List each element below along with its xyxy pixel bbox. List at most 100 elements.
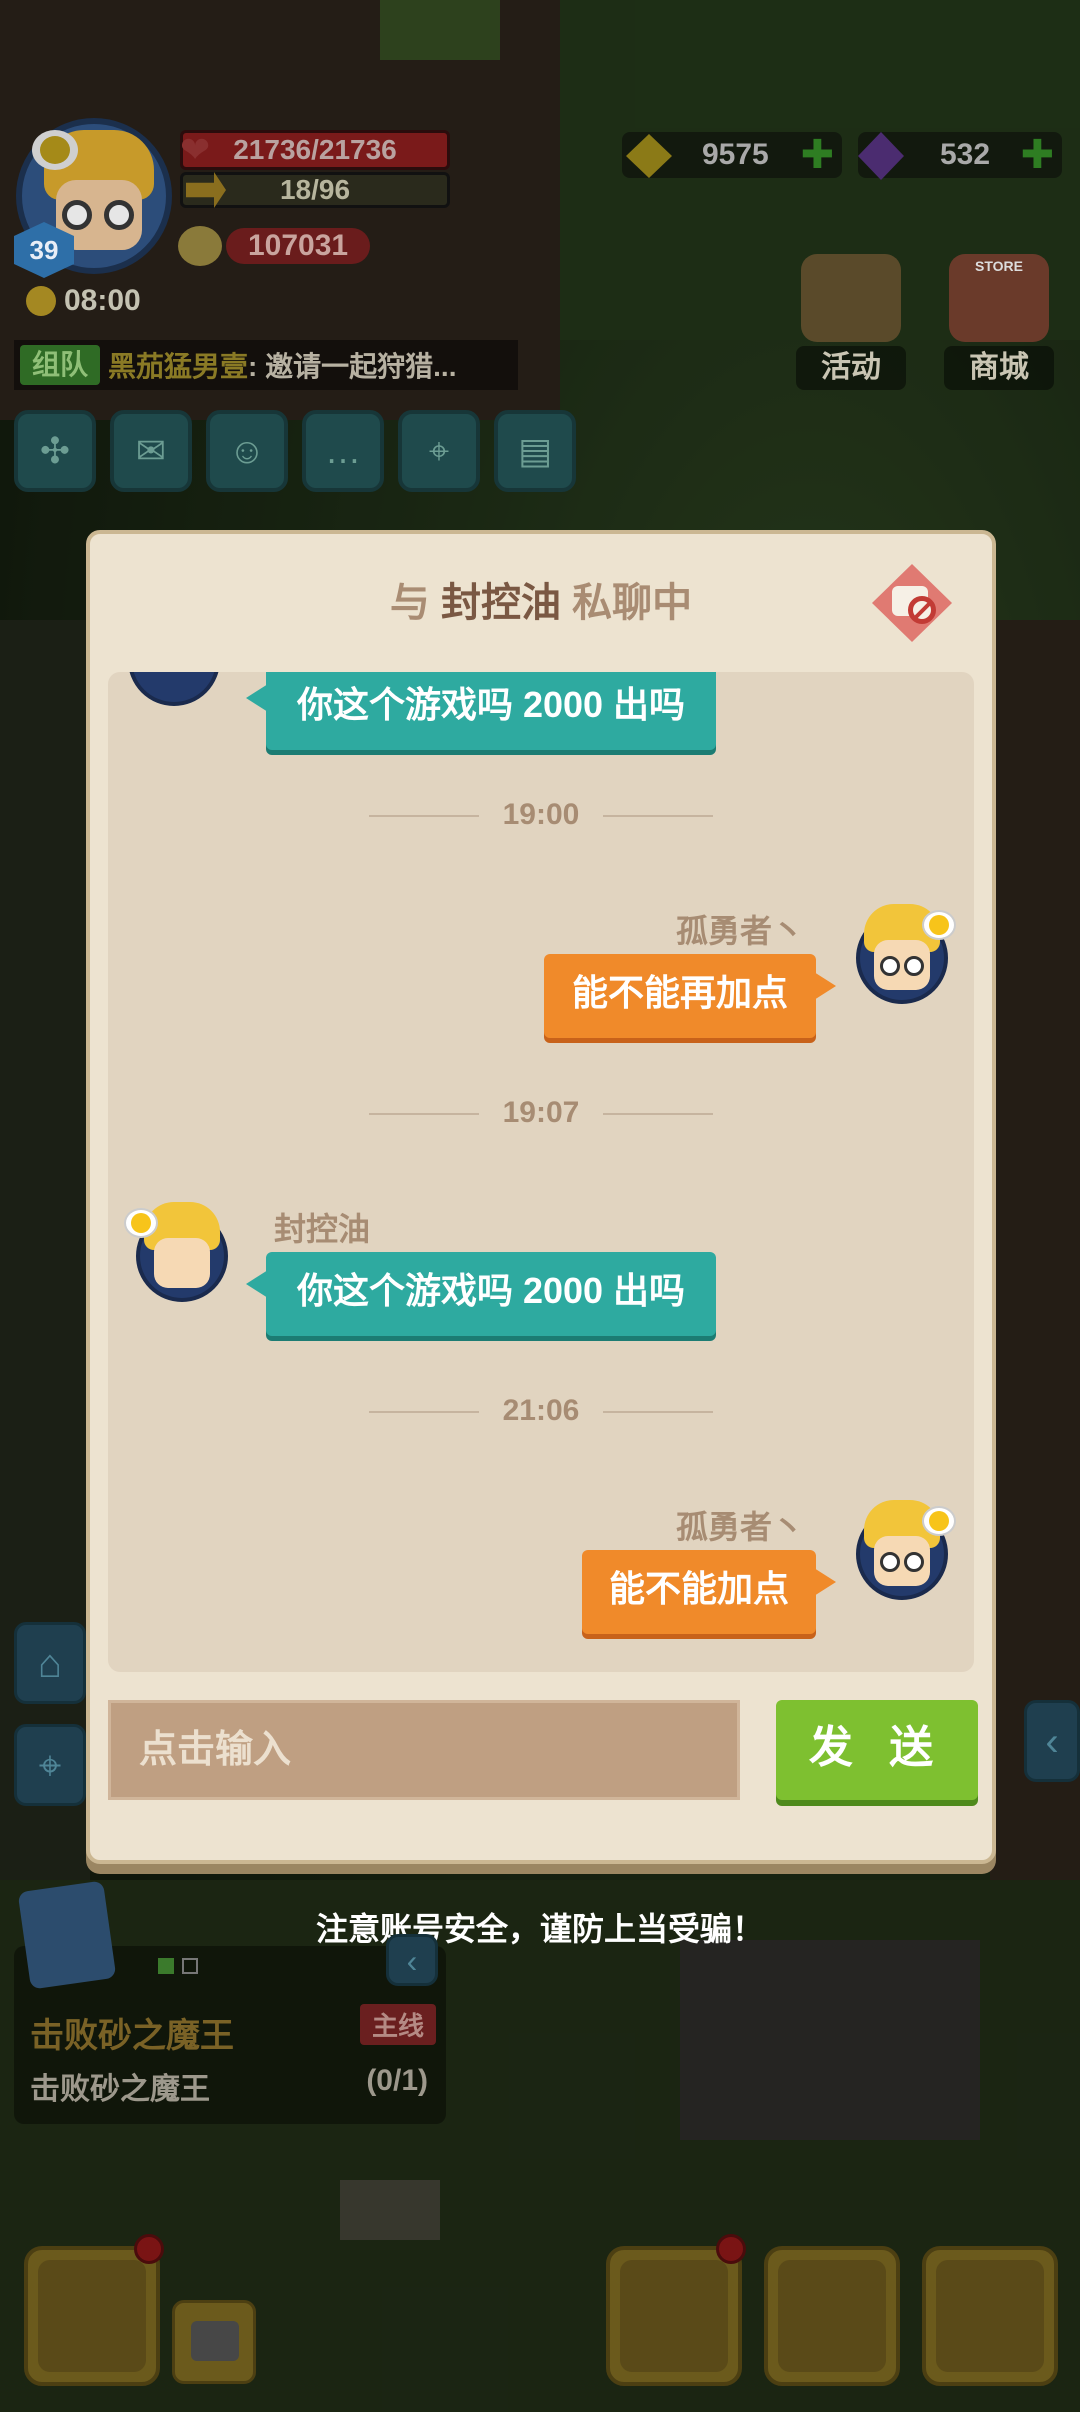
avatar-eye	[880, 1552, 900, 1572]
fist-icon	[178, 226, 222, 266]
emoji-icon	[922, 910, 956, 940]
avatar[interactable]	[856, 1500, 956, 1600]
build-hammer-button[interactable]	[24, 2246, 160, 2386]
avatar-eye	[904, 956, 924, 976]
add-gold-button[interactable]: ✚	[800, 132, 834, 178]
pets-button[interactable]	[764, 2246, 900, 2386]
camera-button[interactable]	[172, 2300, 256, 2384]
gold-gem-icon	[626, 134, 672, 178]
message-bubble[interactable]: 能不能加点	[582, 1550, 836, 1634]
emoji-icon	[922, 1506, 956, 1536]
message-sender: 孤勇者丶	[675, 913, 804, 949]
map-icon[interactable]: ⌖	[398, 410, 480, 492]
avatar-eye	[880, 956, 900, 976]
team-message: : 邀请一起狩猎...	[248, 351, 457, 382]
team-chat-ticker[interactable]: 组队 黑茄猛男壹 : 邀请一起狩猎...	[14, 340, 518, 390]
time-separator: 19:07	[108, 1096, 974, 1130]
diamond-value: 532	[940, 138, 991, 171]
message-bubble[interactable]: 能不能再加点	[544, 954, 836, 1038]
notification-dot	[134, 2234, 164, 2264]
avatar	[128, 672, 220, 706]
collapse-icon[interactable]: ‹	[386, 1934, 438, 1986]
notification-dot	[716, 2234, 746, 2264]
gold-currency: 9575 ✚	[622, 132, 842, 178]
friends-icon[interactable]: ☺	[206, 410, 288, 492]
separator-line	[368, 1113, 479, 1116]
sun-icon	[26, 286, 56, 316]
separator-line	[603, 815, 714, 818]
quest-progress: (0/1)	[366, 2064, 428, 2097]
store-icon: STORE	[949, 254, 1049, 342]
avatar-face	[154, 1238, 210, 1288]
chat-partner-name: 封控油	[441, 581, 561, 625]
combat-power: 107031	[178, 226, 371, 266]
chevron-left-icon[interactable]: ‹	[1024, 1700, 1080, 1782]
quest-description: 击败砂之魔王	[30, 2073, 210, 2106]
diamond-icon	[858, 132, 904, 180]
time-separator: 19:00	[108, 798, 974, 832]
emoji-icon	[32, 130, 78, 170]
title-prefix: 与	[389, 581, 430, 625]
message-time: 21:06	[502, 1394, 580, 1427]
notice-icon[interactable]: ▤	[494, 410, 576, 492]
location-icon[interactable]: ⌖	[14, 1724, 86, 1806]
character-button[interactable]	[606, 2246, 742, 2386]
separator-line	[603, 1113, 714, 1116]
separator-line	[603, 1411, 714, 1414]
combat-power-value: 107031	[226, 228, 371, 264]
avatar[interactable]	[856, 904, 956, 1004]
shop-button[interactable]: STORE 商城	[944, 254, 1054, 390]
block-chat-button[interactable]	[872, 564, 952, 642]
team-tag: 组队	[20, 345, 101, 385]
separator-line	[368, 1411, 479, 1414]
pets-icon	[778, 2260, 886, 2372]
game-clock: 08:00	[26, 284, 141, 318]
gold-value: 9575	[702, 138, 769, 171]
message-sender: 封控油	[274, 1211, 371, 1247]
private-chat-dialog: 与 封控油 私聊中 你这个游戏吗 2000 出吗 19:00 孤勇者丶 能不能再…	[86, 530, 996, 1864]
star-trophy-icon	[801, 254, 901, 342]
send-button[interactable]: 发 送	[776, 1700, 978, 1800]
message-sender: 孤勇者丶	[675, 1509, 804, 1545]
chat-message-list[interactable]: 你这个游戏吗 2000 出吗 19:00 孤勇者丶 能不能再加点 19:07 封…	[108, 672, 974, 1672]
separator-line	[368, 815, 479, 818]
quick-action-row: ✣ ✉ ☺ … ⌖ ▤	[14, 410, 576, 492]
time-separator: 21:06	[108, 1394, 974, 1428]
title-suffix: 私聊中	[572, 581, 693, 625]
character-icon	[620, 2260, 728, 2372]
avatar[interactable]	[124, 1202, 228, 1302]
hammer-icon	[38, 2260, 146, 2372]
home-icon[interactable]: ⌂	[14, 1622, 86, 1704]
quest-title: 击败砂之魔王	[30, 2017, 234, 2055]
shop-label: 商城	[944, 346, 1054, 390]
diamond-currency: 532 ✚	[858, 132, 1062, 180]
avatar-glasses-right	[104, 200, 134, 230]
quest-book-icon[interactable]	[17, 1880, 117, 1990]
backpack-icon	[936, 2260, 1044, 2372]
security-warning: 注意账号安全，谨防上当受骗！	[315, 1911, 764, 1947]
activity-button[interactable]: 活动	[796, 254, 906, 390]
dialog-title: 与 封控油 私聊中	[90, 570, 992, 628]
page-dot	[158, 1958, 174, 1974]
avatar-glasses-left	[62, 200, 92, 230]
hud: 39 21736/21736 ❤ 18/96 107031 08:00 9575…	[0, 0, 1080, 520]
expand-icon[interactable]: ✣	[14, 410, 96, 492]
avatar-eye	[904, 1552, 924, 1572]
heart-icon: ❤	[180, 129, 211, 170]
message-input[interactable]: 点击输入	[108, 1700, 740, 1800]
message-bubble[interactable]: 你这个游戏吗 2000 出吗	[246, 1252, 716, 1336]
page-dots	[158, 1958, 198, 1974]
message-time: 19:07	[502, 1096, 580, 1129]
activity-label: 活动	[796, 346, 906, 390]
emoji-icon	[124, 1208, 158, 1238]
mail-icon[interactable]: ✉	[110, 410, 192, 492]
message-time: 19:00	[502, 798, 580, 831]
quest-tag: 主线	[359, 2004, 436, 2045]
avatar-ring	[128, 672, 220, 706]
camera-icon	[191, 2321, 239, 2361]
add-diamond-button[interactable]: ✚	[1020, 132, 1054, 178]
store-sign: STORE	[975, 258, 1023, 274]
message-bubble-partial: 你这个游戏吗 2000 出吗	[246, 672, 716, 750]
chat-icon[interactable]: …	[302, 410, 384, 492]
backpack-button[interactable]	[922, 2246, 1058, 2386]
